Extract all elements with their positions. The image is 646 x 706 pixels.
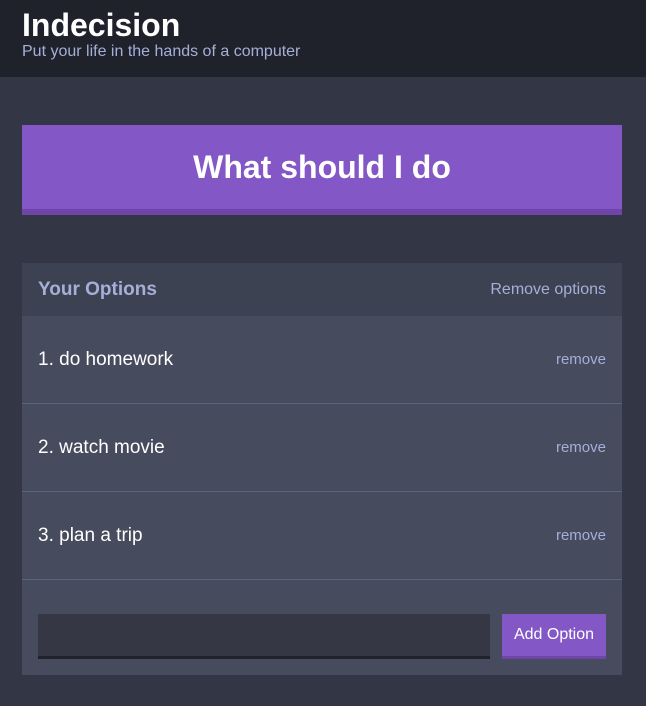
option-text: 2. watch movie bbox=[38, 437, 165, 458]
option-item: 2. watch movie remove bbox=[22, 404, 622, 492]
remove-option-button[interactable]: remove bbox=[556, 527, 606, 545]
option-text: 3. plan a trip bbox=[38, 525, 143, 546]
option-text: 1. do homework bbox=[38, 349, 174, 370]
remove-option-button[interactable]: remove bbox=[556, 351, 606, 369]
app-subtitle: Put your life in the hands of a computer bbox=[22, 43, 301, 60]
option-item: 3. plan a trip remove bbox=[22, 492, 622, 580]
app-header: Indecision Put your life in the hands of… bbox=[0, 0, 646, 77]
app-title: Indecision bbox=[22, 7, 181, 43]
what-should-i-do-button[interactable]: What should I do bbox=[22, 125, 622, 215]
remove-all-options-button[interactable]: Remove options bbox=[490, 280, 606, 300]
options-header: Your Options Remove options bbox=[22, 263, 622, 316]
remove-option-button[interactable]: remove bbox=[556, 439, 606, 457]
add-option-input[interactable] bbox=[38, 614, 490, 659]
options-widget: Your Options Remove options 1. do homewo… bbox=[22, 263, 622, 675]
add-option-form: Add Option bbox=[22, 598, 622, 675]
option-item: 1. do homework remove bbox=[22, 316, 622, 404]
add-option-button[interactable]: Add Option bbox=[502, 614, 606, 659]
options-title: Your Options bbox=[38, 279, 157, 300]
